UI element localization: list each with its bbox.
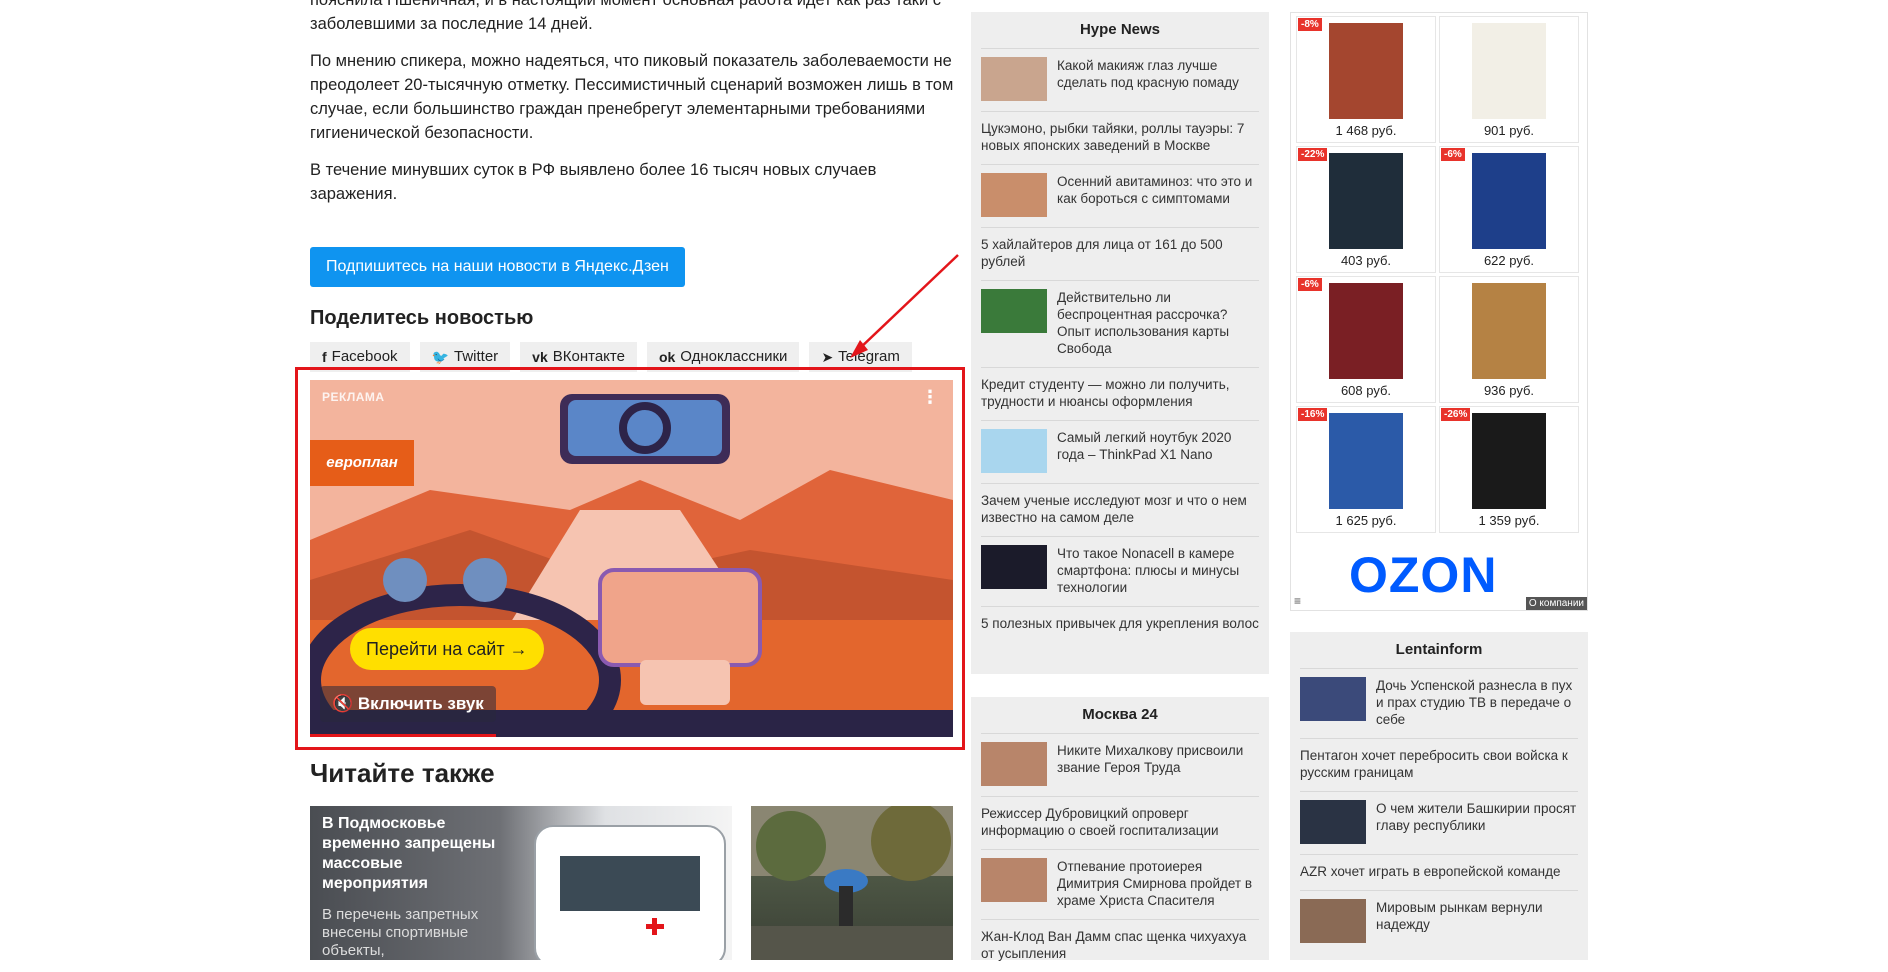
book-cover-image <box>1472 283 1546 379</box>
news-item-text: Цукэмоно, рыбки тайяки, роллы тауэры: 7 … <box>981 121 1245 153</box>
news-item[interactable]: Жан-Клод Ван Дамм спас щенка чихуахуа от… <box>981 919 1259 972</box>
news-item[interactable]: Отпевание протоиерея Димитрия Смирнова п… <box>981 849 1259 919</box>
news-thumbnail <box>981 57 1047 101</box>
read-also-card-title: В Подмосковье временно запрещены массовы… <box>322 815 496 892</box>
news-item[interactable]: Цукэмоно, рыбки тайяки, роллы тауэры: 7 … <box>981 111 1259 164</box>
discount-badge: -6% <box>1441 148 1465 161</box>
ozon-book-item[interactable]: 936 руб. <box>1439 276 1579 403</box>
read-also-card[interactable] <box>751 806 953 960</box>
news-item[interactable]: 5 хайлайтеров для лица от 161 до 500 руб… <box>981 227 1259 280</box>
read-also-card[interactable]: В Подмосковье временно запрещены массовы… <box>310 806 732 960</box>
read-also-card-desc: В перечень запретных внесены спортивные … <box>322 906 479 959</box>
lentainform-news-list: Дочь Успенской разнесла в пух и прах сту… <box>1290 668 1588 953</box>
street-photo-image <box>751 806 953 960</box>
news-item[interactable]: Какой макияж глаз лучше сделать под крас… <box>981 48 1259 111</box>
ozon-book-item[interactable]: -6% 608 руб. <box>1296 276 1436 403</box>
book-price: 936 руб. <box>1483 383 1535 398</box>
news-thumbnail <box>1300 800 1366 844</box>
book-price: 622 руб. <box>1483 253 1535 268</box>
lentainform-title: Lentainform <box>1395 641 1483 658</box>
book-cover-image <box>1329 23 1403 119</box>
moscow24-widget: Москва 24 Никите Михалкову присвоили зва… <box>971 697 1269 961</box>
news-thumbnail <box>981 429 1047 473</box>
news-item-text: Режиссер Дубровицкий опроверг информацию… <box>981 806 1219 838</box>
book-price: 1 359 руб. <box>1478 513 1540 528</box>
ozon-logo[interactable]: OZON <box>1349 550 1497 600</box>
book-cover-image <box>1329 153 1403 249</box>
news-item-text: Осенний авитаминоз: что это и как бороть… <box>1057 174 1253 206</box>
news-item-text: Что такое Nonacell в камере смартфона: п… <box>1057 546 1240 595</box>
news-item-text: О чем жители Башкирии просят главу респу… <box>1376 801 1577 833</box>
news-item-text: Зачем ученые исследуют мозг и что о нем … <box>981 493 1247 525</box>
news-item[interactable]: AZR хочет играть в европейской команде <box>1300 854 1578 890</box>
book-price: 1 468 руб. <box>1335 123 1397 138</box>
discount-badge: -6% <box>1298 278 1322 291</box>
ozon-book-item[interactable]: -16% 1 625 руб. <box>1296 406 1436 533</box>
news-item-text: Жан-Клод Ван Дамм спас щенка чихуахуа от… <box>981 929 1247 961</box>
ozon-book-item[interactable]: -26% 1 359 руб. <box>1439 406 1579 533</box>
ozon-book-grid: -8% 1 468 руб. 901 руб. -22% 403 руб. -6% 622 … <box>1296 16 1582 533</box>
news-item[interactable]: Режиссер Дубровицкий опроверг информацию… <box>981 796 1259 849</box>
book-price: 608 руб. <box>1340 383 1392 398</box>
ozon-about-link[interactable]: О компании <box>1525 597 1587 610</box>
book-cover-image <box>1472 413 1546 509</box>
hype-news-title: Hype News <box>1079 21 1161 38</box>
news-item[interactable]: Самый легкий ноутбук 2020 года – ThinkPa… <box>981 420 1259 483</box>
news-item[interactable]: Осенний авитаминоз: что это и как бороть… <box>981 164 1259 227</box>
news-item-text: Пентагон хочет перебросить свои войска к… <box>1300 748 1568 780</box>
news-item[interactable]: Зачем ученые исследуют мозг и что о нем … <box>981 483 1259 536</box>
ozon-book-item[interactable]: -6% 622 руб. <box>1439 146 1579 273</box>
news-item-text: Мировым рынкам вернули надежду <box>1376 900 1543 932</box>
book-cover-image <box>1329 283 1403 379</box>
hype-news-widget: Hype News Какой макияж глаз лучше сделат… <box>971 12 1269 674</box>
book-price: 901 руб. <box>1483 123 1535 138</box>
lentainform-widget: Lentainform Дочь Успенской разнесла в пу… <box>1290 632 1588 960</box>
news-item[interactable]: Действительно ли беспроцентная рассрочка… <box>981 280 1259 367</box>
book-price: 1 625 руб. <box>1335 513 1397 528</box>
news-item[interactable]: Что такое Nonacell в камере смартфона: п… <box>981 536 1259 606</box>
book-cover-image <box>1472 153 1546 249</box>
ozon-ad-widget[interactable]: -8% 1 468 руб. 901 руб. -22% 403 руб. -6% 622 … <box>1290 12 1588 611</box>
discount-badge: -16% <box>1298 408 1328 421</box>
news-item[interactable]: 5 полезных привычек для укрепления волос <box>981 606 1259 642</box>
news-thumbnail <box>1300 677 1366 721</box>
book-cover-image <box>1329 413 1403 509</box>
news-item[interactable]: Кредит студенту — можно ли получить, тру… <box>981 367 1259 420</box>
ad-highlight-frame <box>295 367 965 750</box>
news-thumbnail <box>981 173 1047 217</box>
news-item-text: AZR хочет играть в европейской команде <box>1300 864 1561 879</box>
news-item-text: Действительно ли беспроцентная рассрочка… <box>1057 290 1230 356</box>
news-item-text: Какой макияж глаз лучше сделать под крас… <box>1057 58 1239 90</box>
news-item-text: Дочь Успенской разнесла в пух и прах сту… <box>1376 678 1573 727</box>
news-item-text: 5 полезных привычек для укрепления волос <box>981 616 1259 631</box>
news-item-text: Отпевание протоиерея Димитрия Смирнова п… <box>1057 859 1253 908</box>
moscow24-news-list: Никите Михалкову присвоили звание Героя … <box>971 733 1269 972</box>
read-also-title: Читайте также <box>310 758 495 788</box>
news-item[interactable]: О чем жители Башкирии просят главу респу… <box>1300 791 1578 854</box>
news-thumbnail <box>981 545 1047 589</box>
news-thumbnail <box>1300 899 1366 943</box>
ozon-menu-icon[interactable]: ≡ <box>1294 594 1301 608</box>
news-item[interactable]: Мировым рынкам вернули надежду <box>1300 890 1578 953</box>
ozon-book-item[interactable]: 901 руб. <box>1439 16 1579 143</box>
news-item-text: 5 хайлайтеров для лица от 161 до 500 руб… <box>981 237 1223 269</box>
news-thumbnail <box>981 742 1047 786</box>
book-cover-image <box>1472 23 1546 119</box>
news-thumbnail <box>981 858 1047 902</box>
discount-badge: -8% <box>1298 18 1322 31</box>
news-item[interactable]: Никите Михалкову присвоили звание Героя … <box>981 733 1259 796</box>
hype-news-list: Какой макияж глаз лучше сделать под крас… <box>971 48 1269 642</box>
news-item-text: Никите Михалкову присвоили звание Героя … <box>1057 743 1244 775</box>
news-item-text: Кредит студенту — можно ли получить, тру… <box>981 377 1230 409</box>
news-item-text: Самый легкий ноутбук 2020 года – ThinkPa… <box>1057 430 1232 462</box>
moscow24-title: Москва 24 <box>1082 706 1158 723</box>
news-item[interactable]: Пентагон хочет перебросить свои войска к… <box>1300 738 1578 791</box>
news-thumbnail <box>981 289 1047 333</box>
discount-badge: -26% <box>1441 408 1471 421</box>
ozon-book-item[interactable]: -8% 1 468 руб. <box>1296 16 1436 143</box>
ozon-book-item[interactable]: -22% 403 руб. <box>1296 146 1436 273</box>
book-price: 403 руб. <box>1340 253 1392 268</box>
news-item[interactable]: Дочь Успенской разнесла в пух и прах сту… <box>1300 668 1578 738</box>
discount-badge: -22% <box>1298 148 1328 161</box>
